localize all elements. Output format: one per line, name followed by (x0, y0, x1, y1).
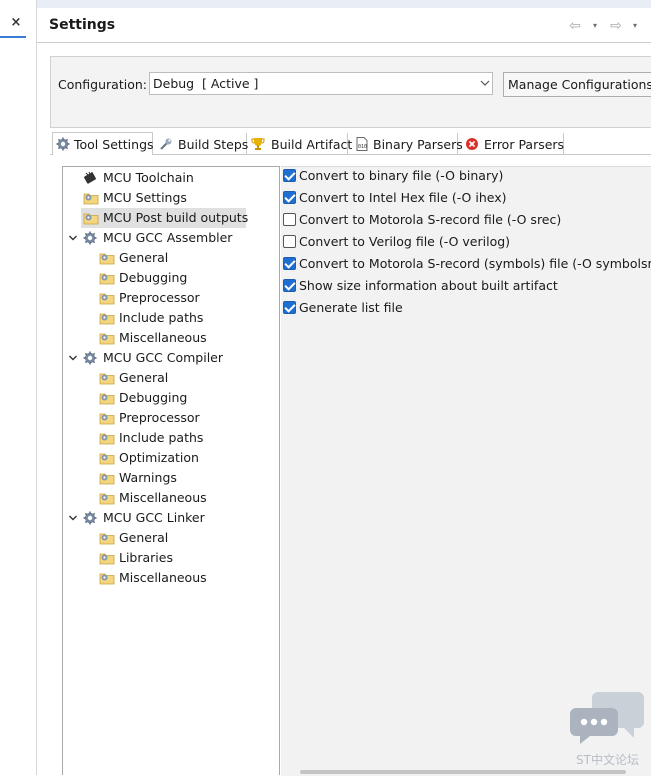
trophy-icon (251, 138, 265, 150)
wrench-icon (160, 138, 172, 150)
tree-item-label: Preprocessor (119, 410, 200, 425)
settings-folder-icon (99, 451, 115, 465)
option-checkbox[interactable] (283, 213, 296, 226)
tab-label: Error Parsers (484, 137, 565, 152)
gear-icon (83, 351, 99, 365)
settings-folder-icon (99, 431, 115, 445)
tree-item-label: Include paths (119, 310, 204, 325)
arrow-left-icon[interactable]: ⇦ (567, 18, 583, 34)
tab-label: Tool Settings (74, 137, 154, 152)
option-label[interactable]: Generate list file (299, 300, 403, 315)
manage-configurations-label: Manage Configurations... (508, 77, 651, 92)
option-label[interactable]: Convert to Motorola S-record (symbols) f… (299, 256, 651, 271)
tree-item-label: MCU GCC Assembler (103, 230, 233, 245)
settings-folder-icon (99, 251, 115, 265)
chevron-down-icon[interactable]: ▾ (590, 19, 600, 33)
option-label[interactable]: Convert to Verilog file (-O verilog) (299, 234, 510, 249)
gear-icon (83, 511, 99, 525)
chevron-down-icon[interactable] (478, 74, 492, 92)
horizontal-scrollbar[interactable] (300, 770, 626, 774)
watermark-text: ST中文论坛 (576, 753, 639, 767)
settings-folder-icon (99, 491, 115, 505)
tree-item-label: MCU Settings (103, 190, 187, 205)
tree-item-label: Miscellaneous (119, 490, 207, 505)
chat-bubbles-icon (570, 692, 644, 744)
option-label[interactable]: Show size information about built artifa… (299, 278, 558, 293)
option-checkbox[interactable] (283, 169, 296, 182)
top-band (37, 0, 651, 8)
settings-folder-icon (83, 191, 99, 205)
option-checkbox[interactable] (283, 257, 296, 270)
left-editor-strip (0, 0, 37, 775)
tree-item-label: Optimization (119, 450, 199, 465)
tree-item-label: Preprocessor (119, 290, 200, 305)
settings-folder-icon (99, 571, 115, 585)
settings-folder-icon (99, 311, 115, 325)
divider (37, 42, 651, 43)
tree-item-label: Warnings (119, 470, 177, 485)
tab-label: Build Steps (178, 137, 249, 152)
option-checkbox[interactable] (283, 235, 296, 248)
settings-folder-icon (99, 471, 115, 485)
tree-item-label: Miscellaneous (119, 330, 207, 345)
tree-item-label: MCU Toolchain (103, 170, 194, 185)
tree-item-label: General (119, 370, 169, 385)
option-label[interactable]: Convert to Motorola S-record file (-O sr… (299, 212, 561, 227)
option-checkbox[interactable] (283, 301, 296, 314)
tree-item-label: MCU GCC Linker (103, 510, 205, 525)
option-label[interactable]: Convert to binary file (-O binary) (299, 168, 503, 183)
close-icon[interactable]: × (9, 16, 23, 30)
tree-item-general[interactable] (63, 368, 278, 388)
tab-label: Build Artifact (271, 137, 353, 152)
settings-folder-icon (83, 211, 99, 225)
tree-item-label: MCU Post build outputs (103, 210, 249, 225)
gear-icon (56, 137, 70, 151)
settings-folder-icon (99, 291, 115, 305)
error-icon (466, 138, 478, 150)
tree-item-general[interactable] (63, 528, 278, 548)
tree-item-label: MCU GCC Compiler (103, 350, 224, 365)
settings-folder-icon (99, 391, 115, 405)
expand-chevron-icon[interactable] (68, 233, 78, 243)
configuration-value: Debug [ Active ] (153, 76, 259, 91)
option-checkbox[interactable] (283, 191, 296, 204)
expand-chevron-icon[interactable] (68, 513, 78, 523)
tree-item-label: General (119, 250, 169, 265)
tree-item-general[interactable] (63, 248, 278, 268)
tree-item-label: Libraries (119, 550, 173, 565)
tree-item-label: Debugging (119, 390, 188, 405)
tree-item-label: Debugging (119, 270, 188, 285)
page-title: Settings (49, 17, 116, 33)
chevron-down-icon[interactable]: ▾ (630, 19, 640, 33)
tree-item-label: Include paths (119, 430, 204, 445)
expand-chevron-icon[interactable] (68, 353, 78, 363)
settings-folder-icon (99, 551, 115, 565)
arrow-right-icon[interactable]: ⇨ (608, 18, 624, 34)
tree-item-label: General (119, 530, 169, 545)
option-checkbox[interactable] (283, 279, 296, 292)
option-label[interactable]: Convert to Intel Hex file (-O ihex) (299, 190, 507, 205)
binary-file-icon: 010 (356, 137, 368, 151)
chip-icon (83, 171, 99, 185)
configuration-label: Configuration: (58, 77, 147, 92)
gear-icon (83, 231, 99, 245)
settings-folder-icon (99, 531, 115, 545)
tab-label: Binary Parsers (373, 137, 463, 152)
svg-text:010: 010 (358, 144, 367, 150)
settings-folder-icon (99, 411, 115, 425)
settings-folder-icon (99, 271, 115, 285)
settings-folder-icon (99, 331, 115, 345)
tree-item-label: Miscellaneous (119, 570, 207, 585)
settings-folder-icon (99, 371, 115, 385)
